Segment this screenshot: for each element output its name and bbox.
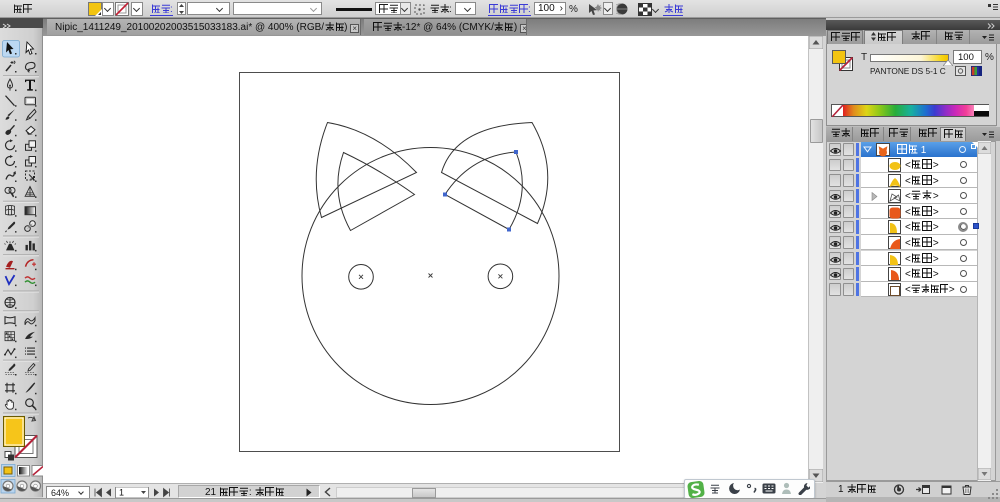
svg-text:1: 1 — [119, 488, 124, 498]
